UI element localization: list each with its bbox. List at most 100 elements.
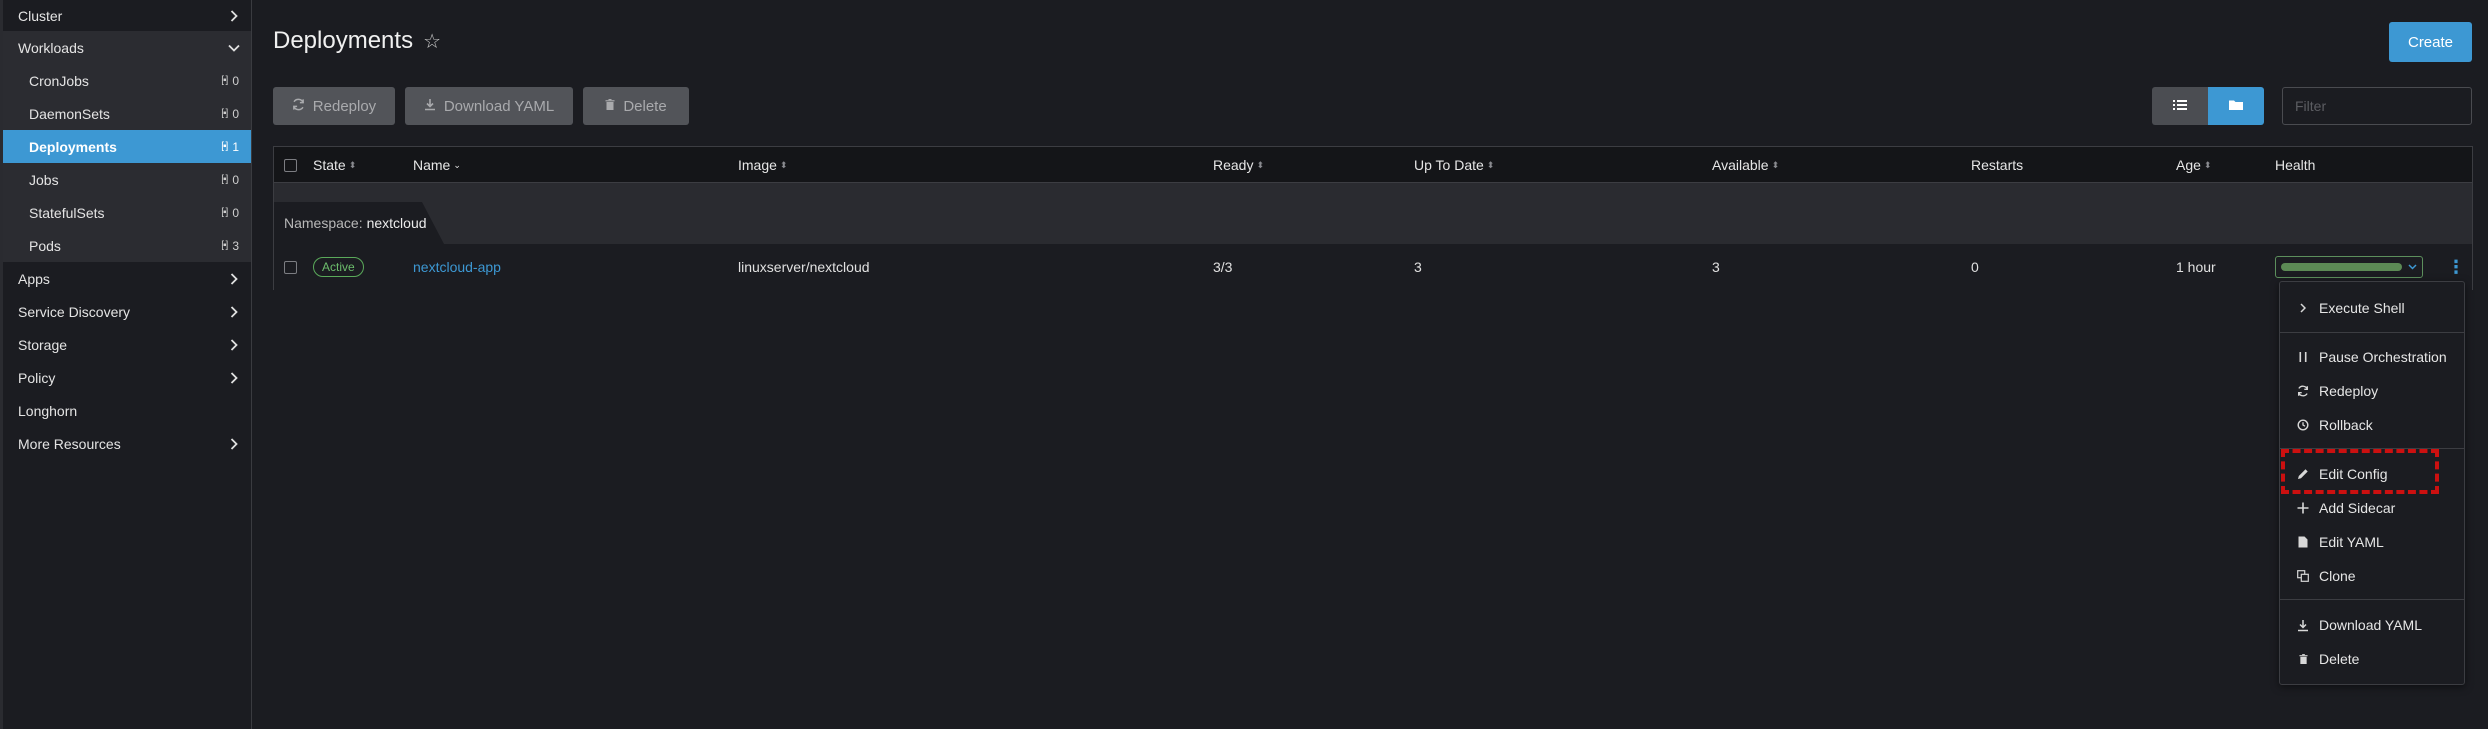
- sidebar-item-label: CronJobs: [29, 72, 89, 89]
- column-label: Up To Date: [1414, 157, 1484, 173]
- column-ready[interactable]: Ready ⬍: [1213, 147, 1264, 183]
- nav-group-storage[interactable]: Storage: [0, 328, 251, 361]
- plus-icon: [2296, 502, 2310, 514]
- nav-group-service-discovery[interactable]: Service Discovery: [0, 295, 251, 328]
- chevron-right-icon: [227, 305, 241, 319]
- menu-item-label: Clone: [2319, 568, 2356, 584]
- file-icon: [2296, 536, 2310, 548]
- sidebar-item-pods[interactable]: Pods [▪] 3: [0, 229, 251, 262]
- column-label: Age: [2176, 157, 2201, 173]
- chevron-right-icon: [227, 9, 241, 23]
- menu-item-label: Edit YAML: [2319, 534, 2384, 550]
- count-value: 0: [232, 106, 239, 121]
- menu-item-execute-shell[interactable]: Execute Shell: [2280, 292, 2464, 324]
- pencil-icon: [2296, 468, 2310, 480]
- column-age[interactable]: Age ⬍: [2176, 147, 2211, 183]
- download-yaml-button[interactable]: Download YAML: [405, 87, 573, 125]
- count-value: 0: [232, 73, 239, 88]
- sort-desc-icon: ⌄: [453, 159, 461, 170]
- nav-group-cluster[interactable]: Cluster: [0, 0, 251, 31]
- download-icon: [424, 98, 436, 114]
- row-checkbox-cell: [284, 244, 297, 290]
- namespace-label: Namespace:: [284, 215, 363, 231]
- nav-group-more-resources[interactable]: More Resources: [0, 427, 251, 460]
- health-dropdown[interactable]: [2275, 256, 2423, 278]
- workloads-subnav: CronJobs [▪] 0 DaemonSets [▪] 0 Deployment…: [0, 64, 251, 262]
- column-state[interactable]: State ⬍: [313, 147, 356, 183]
- menu-item-delete[interactable]: Delete: [2280, 643, 2464, 675]
- download-yaml-label: Download YAML: [443, 97, 555, 115]
- sort-icon: ⬍: [2203, 159, 2212, 170]
- create-button[interactable]: Create: [2389, 22, 2472, 62]
- nav-item-longhorn[interactable]: Longhorn: [0, 394, 251, 427]
- menu-divider: [2280, 332, 2464, 333]
- column-label: Available: [1712, 157, 1769, 173]
- chevron-right-icon: [227, 272, 241, 286]
- redeploy-label: Redeploy: [312, 97, 377, 115]
- resource-count-icon: [▪]: [221, 75, 228, 86]
- sidebar-item-label: Deployments: [29, 138, 117, 155]
- menu-item-label: Edit Config: [2319, 466, 2388, 482]
- menu-item-pause-orchestration[interactable]: Pause Orchestration: [2280, 341, 2464, 373]
- menu-item-redeploy[interactable]: Redeploy: [2280, 375, 2464, 407]
- menu-item-rollback[interactable]: Rollback: [2280, 409, 2464, 441]
- delete-label: Delete: [623, 97, 667, 115]
- nav-group-workloads[interactable]: Workloads: [0, 31, 251, 64]
- menu-item-download-yaml[interactable]: Download YAML: [2280, 609, 2464, 641]
- image-cell: linuxserver/nextcloud: [738, 259, 870, 275]
- count-value: 0: [232, 205, 239, 220]
- nav-group-apps[interactable]: Apps: [0, 262, 251, 295]
- chevron-down-icon: [227, 41, 241, 55]
- column-label: Image: [738, 157, 777, 173]
- menu-item-edit-yaml[interactable]: Edit YAML: [2280, 526, 2464, 558]
- menu-item-edit-config[interactable]: Edit Config: [2280, 458, 2464, 490]
- list-view-button[interactable]: [2152, 87, 2208, 125]
- menu-item-label: Rollback: [2319, 417, 2373, 433]
- resource-count-icon: [▪]: [221, 207, 228, 218]
- row-checkbox[interactable]: [284, 260, 297, 274]
- view-toggle: [2152, 87, 2264, 125]
- resource-count-icon: [▪]: [221, 141, 228, 152]
- namespace-group-tab: Namespace: nextcloud: [274, 202, 444, 244]
- column-label: Health: [2275, 157, 2316, 173]
- sort-icon: ⬍: [779, 159, 788, 170]
- health-bar: [2281, 263, 2402, 271]
- menu-item-clone[interactable]: Clone: [2280, 560, 2464, 592]
- menu-item-add-sidecar[interactable]: Add Sidecar: [2280, 492, 2464, 524]
- select-all-checkbox[interactable]: [284, 158, 297, 172]
- delete-button[interactable]: Delete: [583, 87, 689, 125]
- sidebar-item-label: Pods: [29, 237, 61, 254]
- resource-count: [▪] 1: [221, 140, 239, 154]
- nav-group-label: More Resources: [18, 435, 121, 452]
- star-icon[interactable]: ☆: [423, 29, 441, 54]
- sidebar: Cluster Workloads CronJobs [▪] 0 DaemonSe…: [0, 0, 252, 729]
- column-up-to-date[interactable]: Up To Date ⬍: [1414, 147, 1494, 183]
- menu-item-label: Download YAML: [2319, 617, 2422, 633]
- table-header: State ⬍ Name ⌄ Image ⬍ Ready ⬍ Up To Date ⬍ A…: [274, 147, 2472, 183]
- column-health: Health: [2275, 147, 2315, 183]
- column-name[interactable]: Name ⌄: [413, 147, 461, 183]
- nav-group-label: Apps: [18, 270, 50, 287]
- sidebar-item-deployments[interactable]: Deployments [▪] 1: [0, 130, 251, 163]
- group-by-namespace-button[interactable]: [2208, 87, 2264, 125]
- column-available[interactable]: Available ⬍: [1712, 147, 1779, 183]
- sidebar-item-jobs[interactable]: Jobs [▪] 0: [0, 163, 251, 196]
- deployment-name-link[interactable]: nextcloud-app: [413, 259, 501, 275]
- column-image[interactable]: Image ⬍: [738, 147, 787, 183]
- table-row[interactable]: Active nextcloud-app linuxserver/nextclo…: [274, 244, 2472, 290]
- chevron-right-icon: [227, 338, 241, 352]
- trash-icon: [2296, 653, 2310, 665]
- nav-group-policy[interactable]: Policy: [0, 361, 251, 394]
- redeploy-button[interactable]: Redeploy: [273, 87, 395, 125]
- sort-icon: ⬍: [1256, 159, 1265, 170]
- kebab-menu-icon[interactable]: ⋮: [2447, 257, 2465, 278]
- sidebar-item-label: DaemonSets: [29, 105, 110, 122]
- nav-group-label: Longhorn: [18, 402, 78, 419]
- sidebar-item-statefulsets[interactable]: StatefulSets [▪] 0: [0, 196, 251, 229]
- sidebar-item-cronjobs[interactable]: CronJobs [▪] 0: [0, 64, 251, 97]
- deployments-table: State ⬍ Name ⌄ Image ⬍ Ready ⬍ Up To Date ⬍ A…: [273, 146, 2473, 290]
- page-header: Deployments ☆: [273, 27, 441, 55]
- filter-input[interactable]: [2282, 87, 2472, 125]
- sidebar-item-daemonsets[interactable]: DaemonSets [▪] 0: [0, 97, 251, 130]
- resource-count-icon: [▪]: [221, 174, 228, 185]
